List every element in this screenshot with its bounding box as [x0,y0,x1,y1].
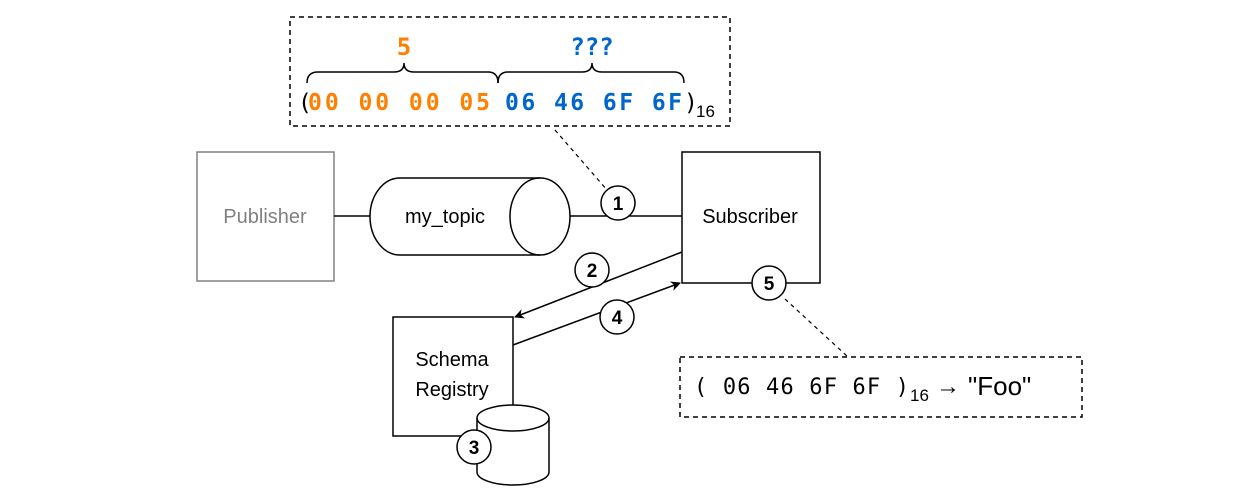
svg-text:4: 4 [612,308,623,329]
payload-label: ??? [570,33,613,61]
length-label: 5 [397,33,411,61]
schema-registry-label-1: Schema [415,349,489,371]
svg-text:( 00 00 00 05 06 46 6F: ( 00 00 00 05 06 46 6F 6F ) [298,90,698,116]
top-base: 16 [696,102,715,121]
step-1-badge: 1 [600,185,636,221]
schema-registry-label-2: Registry [415,379,488,401]
step-4-badge: 4 [599,299,635,335]
svg-text:3: 3 [469,438,480,459]
step-2-badge: 2 [574,252,610,288]
subscriber-label: Subscriber [702,206,798,228]
svg-text:1: 1 [613,194,624,215]
decoded-bytes: ( 06 46 6F 6F ) [694,375,909,400]
callout-connector-5 [784,298,849,358]
decode-arrow: → [936,373,960,400]
callout-connector-1 [554,129,608,191]
svg-text:2: 2 [587,261,598,282]
return-schema-arrow [512,281,681,346]
step-5-badge: 5 [751,265,787,301]
decoded-value: "Foo" [968,371,1031,401]
svg-text:5: 5 [764,274,775,295]
diagram: 5 ??? ( 00 00 00 05 06 46 6F 6F ) 16 Pub… [196,16,1083,486]
length-bytes: 00 00 00 05 [308,90,490,116]
topic-label: my_topic [405,206,485,228]
publisher-label: Publisher [223,206,307,228]
bottom-base: 16 [910,386,929,405]
step-3-badge: 3 [456,429,492,465]
payload-bytes: 06 46 6F 6F [505,90,682,116]
